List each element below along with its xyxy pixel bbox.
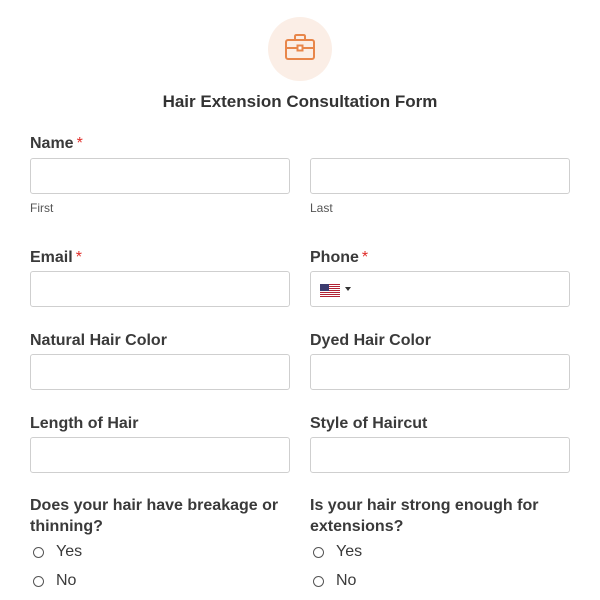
name-label: Name * [30,133,83,154]
option-label[interactable]: Yes [336,543,362,561]
form-title: Hair Extension Consultation Form [162,92,438,111]
form-logo [268,17,332,81]
breakage-option-no[interactable]: No [33,572,76,590]
strong-enough-question-label: Is your hair strong enough for extension… [310,497,539,535]
length-of-hair-label: Length of Hair [30,415,139,432]
dyed-hair-color-label: Dyed Hair Color [310,332,431,349]
option-label[interactable]: No [56,572,76,590]
required-asterisk: * [76,135,83,152]
radio-button[interactable] [313,575,324,587]
option-label[interactable]: No [336,572,356,590]
required-asterisk: * [75,249,82,266]
last-name-input[interactable] [310,158,570,194]
radio-button[interactable] [33,575,44,587]
required-asterisk: * [361,249,369,266]
name-label-text: Name [30,135,74,152]
phone-label-text: Phone [310,249,359,266]
natural-hair-color-label: Natural Hair Color [30,332,167,349]
briefcase-icon [284,33,316,66]
radio-button[interactable] [33,546,44,558]
natural-hair-color-input[interactable] [30,354,290,390]
style-of-haircut-input[interactable] [310,437,570,473]
phone-input[interactable] [310,271,570,307]
last-name-sublabel: Last [310,201,333,215]
email-input[interactable] [30,271,290,307]
style-of-haircut-label: Style of Haircut [310,415,428,432]
first-name-input[interactable] [30,158,290,194]
length-of-hair-input[interactable] [30,437,290,473]
option-label[interactable]: Yes [56,543,82,561]
strong-enough-option-yes[interactable]: Yes [313,543,362,561]
us-flag-icon[interactable] [320,284,340,297]
first-name-sublabel: First [30,201,54,215]
breakage-question-label: Does your hair have breakage or thinning… [30,497,279,535]
breakage-option-yes[interactable]: Yes [33,543,82,561]
phone-label: Phone * [310,247,368,268]
radio-button[interactable] [313,546,324,558]
email-label-text: Email [30,249,73,266]
strong-enough-option-no[interactable]: No [313,572,356,590]
email-label: Email * [30,247,82,268]
dyed-hair-color-input[interactable] [310,354,570,390]
caret-down-icon[interactable] [345,287,351,291]
